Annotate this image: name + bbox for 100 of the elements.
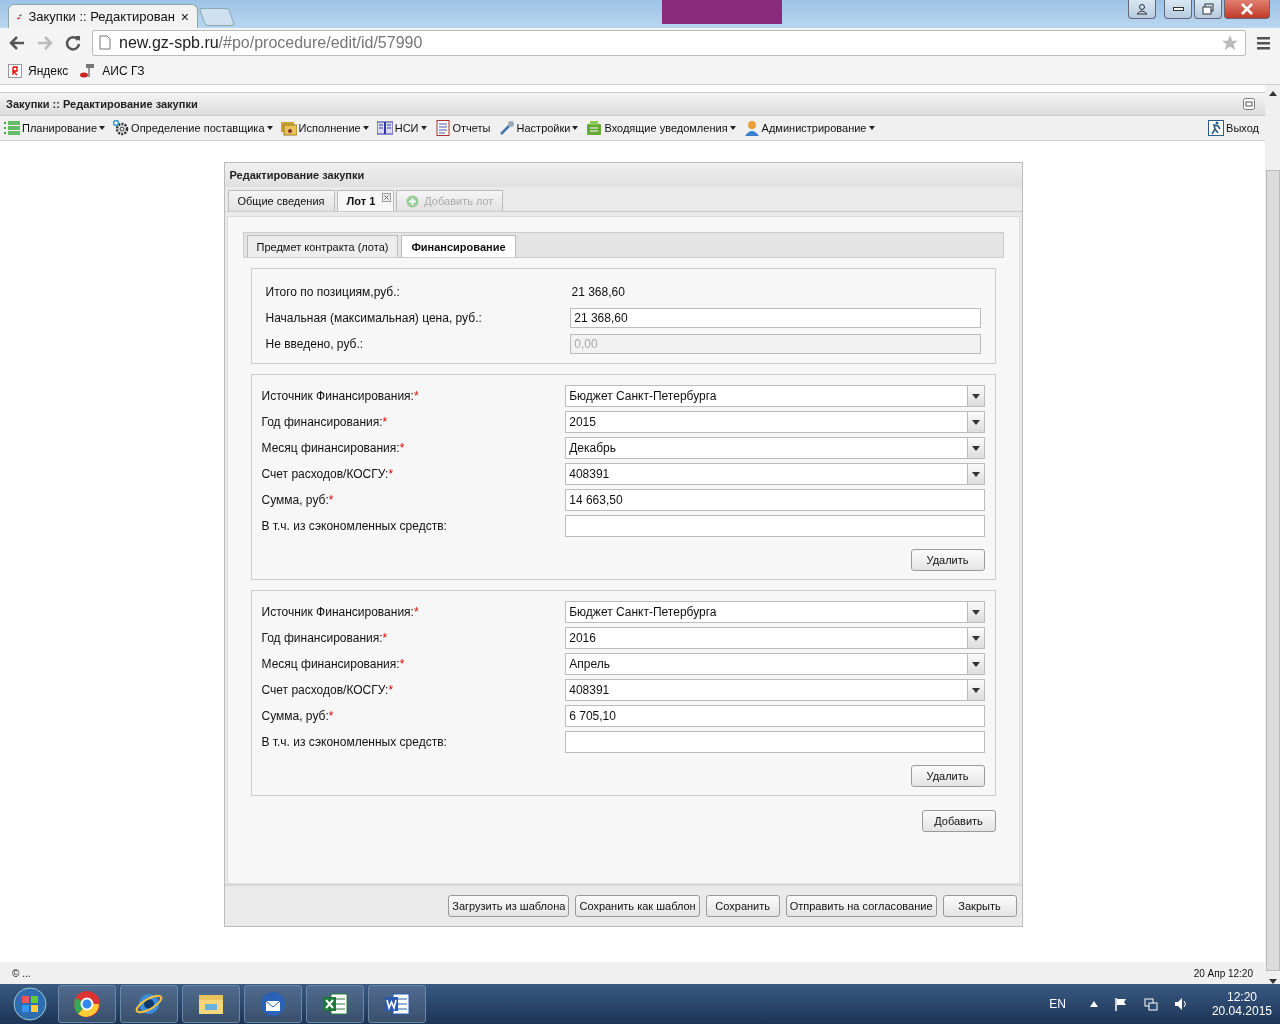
dropdown-field[interactable]: Декабрь [565,437,985,459]
menu-item[interactable]: Отчеты [434,120,491,136]
url-text: new.gz-spb.ru/#po/procedure/edit/id/57990 [119,33,424,52]
dropdown-field[interactable]: 408391 [565,463,985,485]
network-icon[interactable] [1143,997,1158,1011]
caret-icon [971,393,980,399]
back-icon[interactable] [8,33,26,52]
menu-item[interactable]: Исполнение [280,120,369,136]
plus-circle-icon [406,194,420,208]
speaker-icon[interactable] [1173,997,1188,1011]
logout-button[interactable]: Выход [1208,120,1259,136]
taskbar-app[interactable] [368,985,426,1023]
input-field[interactable]: 6 705,10 [565,705,985,727]
browser-tab[interactable]: Закупки :: Редактирован × [8,4,198,28]
footer-button[interactable]: Сохранить [705,895,780,917]
add-button[interactable]: Добавить [921,810,996,832]
taskbar-app[interactable] [120,985,178,1023]
delete-button[interactable]: Удалить [910,765,985,787]
app-title: Закупки :: Редактирование закупки [6,98,198,110]
field-label: В т.ч. из сэкономленных средств: [261,735,448,749]
spreadsheet-icon [321,990,349,1018]
field-label: В т.ч. из сэкономленных средств: [261,519,448,533]
field-label: Год финансирования:* [261,631,389,645]
list-icon [4,120,20,136]
dropdown-field[interactable]: Бюджет Санкт-Петербурга [565,385,985,407]
menu-item[interactable]: Входящие уведомления [586,120,736,136]
field-label: Итого по позициям,руб.: [265,285,401,299]
footer-button[interactable]: Закрыть [942,895,1017,917]
close-icon [1240,3,1254,15]
footer-button[interactable]: Сохранить как шаблон [575,895,700,917]
minimize-button[interactable] [1164,0,1192,19]
input-field[interactable] [565,731,985,753]
input-field[interactable] [565,515,985,537]
field-label: Год финансирования:* [261,415,389,429]
chrome-like-icon [73,990,101,1018]
bookmark[interactable]: Яндекс [8,63,69,78]
close-tab-icon[interactable] [382,193,392,202]
dropdown-field[interactable]: Апрель [565,653,985,675]
menu-item[interactable]: Планирование [4,120,106,136]
menu-item[interactable]: Администрирование [743,120,875,136]
scrollbar[interactable] [1265,85,1280,984]
flag-icon[interactable] [1113,997,1128,1011]
taskbar-app[interactable] [244,985,302,1023]
book-icon [376,120,393,136]
caret-icon [971,609,980,615]
dropdown-field[interactable]: 2015 [565,411,985,433]
language-indicator[interactable]: EN [1049,997,1066,1011]
dropdown-field[interactable]: 2016 [565,627,985,649]
dropdown-field[interactable]: 408391 [565,679,985,701]
field-label: Месяц финансирования:* [261,657,406,671]
address-bar[interactable]: new.gz-spb.ru/#po/procedure/edit/id/57990 [92,29,1246,56]
menu-item[interactable]: НСИ [376,120,427,136]
bookmark[interactable]: АИС ГЗ [80,62,145,79]
field-value: 21 368,60 [571,285,625,299]
field-label: Источник Финансирования:* [261,605,420,619]
reload-icon[interactable] [64,33,82,52]
wrench-icon [498,120,515,136]
dropdown-caret-icon [868,126,875,130]
close-button[interactable] [1224,0,1270,19]
hammer-icon [80,62,97,79]
taskbar-app[interactable] [58,985,116,1023]
dropdown-caret-icon [572,126,579,130]
tab[interactable]: Предмет контракта (лота) [246,235,399,257]
minimize-icon [1172,7,1184,11]
taskbar-app[interactable] [306,985,364,1023]
dropdown-caret-icon [729,126,736,130]
menu-item[interactable]: Определение поставщика [113,120,273,136]
field-label: Сумма, руб:* [261,709,335,723]
close-tab-button[interactable]: × [180,8,189,25]
input-field[interactable]: 21 368,60 [570,308,981,328]
tab[interactable]: Лот 1 [336,190,395,211]
input-field[interactable]: 14 663,50 [565,489,985,511]
restore-button[interactable] [1194,0,1222,19]
caret-icon [971,687,980,693]
star-icon[interactable] [1221,33,1239,52]
tab[interactable]: Общие сведения [227,190,335,211]
tray-arrow-icon[interactable] [1089,1001,1098,1007]
taskbar-app[interactable] [182,985,240,1023]
footer-button[interactable]: Отправить на согласование [785,895,937,917]
delete-button[interactable]: Удалить [910,549,985,571]
footer-button[interactable]: Загрузить из шаблона [448,895,570,917]
document-icon [434,120,451,136]
field-label: Месяц финансирования:* [261,441,406,455]
profile-button[interactable] [1128,0,1156,19]
field-label: Счет расходов/КОСГУ:* [261,683,395,697]
caret-icon [971,661,980,667]
exit-door-icon [1208,120,1225,136]
restore-icon [1202,3,1214,15]
dropdown-caret-icon [420,126,427,130]
clock[interactable]: 12:20 20.04.2015 [1211,990,1272,1018]
menu-icon[interactable] [1256,34,1272,51]
field-label: Счет расходов/КОСГУ:* [261,467,395,481]
menu-item[interactable]: Настройки [498,120,579,136]
dropdown-field[interactable]: Бюджет Санкт-Петербурга [565,601,985,623]
field-label: Сумма, руб:* [261,493,335,507]
caret-icon [971,445,980,451]
start-button[interactable] [12,986,48,1022]
maximize-icon[interactable] [1243,98,1255,110]
tab[interactable]: Финансирование [401,235,516,257]
scroll-up-icon[interactable] [1268,91,1277,96]
